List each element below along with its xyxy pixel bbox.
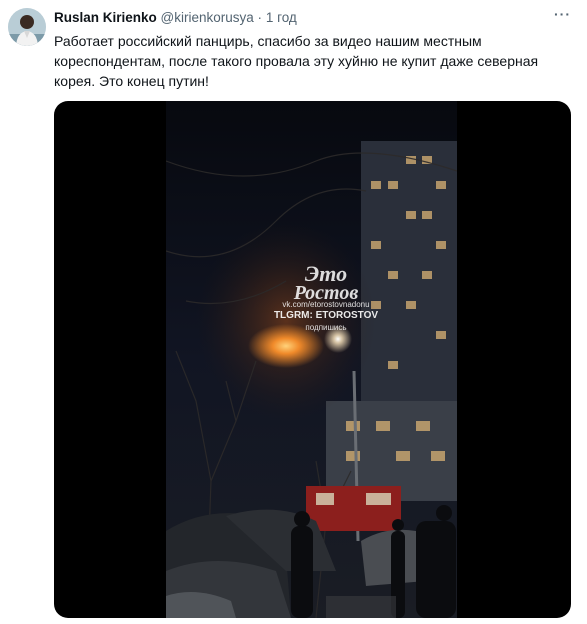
timestamp[interactable]: 1 год	[266, 10, 297, 25]
fire-truck	[306, 486, 401, 531]
avatar[interactable]	[8, 8, 46, 46]
tweet-header: Ruslan Kirienko @kirienkorusya · 1 год	[54, 10, 297, 26]
author-name[interactable]: Ruslan Kirienko	[54, 10, 157, 25]
watermark-subscribe: подпишись	[305, 323, 346, 332]
watermark-telegram: TLGRM: ETOROSTOV	[274, 310, 378, 321]
watermark-url: vk.com/etorostovnadonu	[282, 300, 369, 309]
video-frame: Это Ростов vk.com/etorostovnadonu TLGRM:…	[166, 101, 457, 618]
fire-glow	[196, 221, 376, 421]
tweet: Ruslan Kirienko @kirienkorusya · 1 год ·…	[0, 0, 587, 624]
tweet-text: Работает российский панцирь, спасибо за …	[54, 33, 539, 89]
more-options-icon[interactable]: ···	[554, 6, 571, 22]
separator-dot: ·	[257, 10, 263, 25]
wet-road	[326, 596, 396, 618]
video-player[interactable]: Это Ростов vk.com/etorostovnadonu TLGRM:…	[54, 101, 571, 618]
author-handle[interactable]: @kirienkorusya	[161, 10, 254, 25]
avatar-image	[8, 8, 46, 46]
